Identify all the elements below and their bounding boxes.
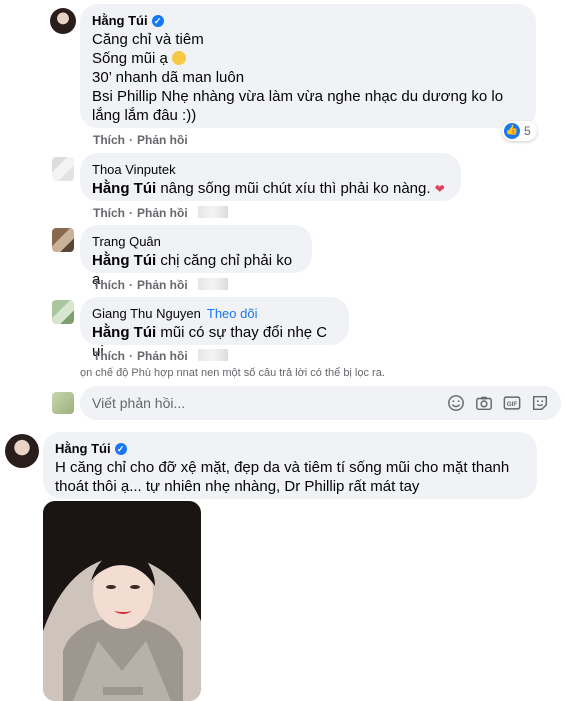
- avatar[interactable]: [50, 8, 76, 34]
- reply-button[interactable]: Phản hồi: [137, 133, 188, 147]
- reply-actions: Thích · Phản hồi: [93, 349, 228, 363]
- like-button[interactable]: Thích: [93, 278, 125, 292]
- filter-notice: ọn chế độ Phù hợp nnat nen một số câu tr…: [80, 367, 385, 379]
- gif-icon[interactable]: GIF: [503, 394, 521, 412]
- portrait-image: [43, 501, 201, 701]
- blurred-timestamp: [197, 206, 228, 218]
- reply-actions: Thích · Phản hồi: [93, 278, 228, 292]
- comment-line: thoát thôi ạ... tự nhiên nhẹ nhàng, Dr P…: [55, 478, 420, 495]
- reply-bubble: Giang Thu Nguyen Theo dõi Hằng Túi mũi c…: [80, 297, 349, 360]
- reply-author: Giang Thu Nguyen Theo dõi: [92, 306, 257, 321]
- comment-bubble: Hằng Túi ✓ Căng chỉ và tiêm Sống mũi ạ 3…: [80, 4, 536, 128]
- avatar[interactable]: [52, 300, 74, 324]
- reply-bubble: Thoa Vinputek Hằng Túi nâng sống mũi chú…: [80, 153, 461, 201]
- comment-line-text: Sống mũi ạ: [92, 50, 168, 67]
- like-button[interactable]: Thích: [93, 133, 125, 147]
- camera-icon[interactable]: [475, 394, 493, 412]
- reaction-number: 5: [524, 124, 531, 138]
- mention-link[interactable]: Hằng Túi: [92, 324, 156, 341]
- smiley-icon[interactable]: [447, 394, 465, 412]
- avatar[interactable]: [52, 228, 74, 252]
- reply-placeholder: Viết phản hồi...: [92, 395, 186, 411]
- separator: ·: [129, 349, 133, 363]
- blurred-timestamp: [197, 278, 228, 290]
- like-button[interactable]: Thích: [93, 349, 125, 363]
- svg-text:GIF: GIF: [507, 401, 518, 408]
- comment-line: Căng chỉ và tiêm: [92, 31, 204, 48]
- reply-actions: Thích · Phản hồi: [93, 206, 228, 220]
- author-name[interactable]: Giang Thu Nguyen: [92, 306, 201, 321]
- comment-line: Sống mũi ạ: [92, 49, 524, 68]
- comment-actions: Thích · Phản hồi: [93, 133, 188, 147]
- comment-line: Bsi Phillip Nhẹ nhàng vừa làm vừa nghe n…: [92, 88, 504, 105]
- reply-author[interactable]: Trang Quân: [92, 234, 161, 249]
- reply-bubble: Trang Quân Hằng Túi chị căng chỉ phải ko…: [80, 225, 312, 288]
- reply-button[interactable]: Phản hồi: [137, 206, 188, 220]
- smile-emoji-icon: [172, 51, 187, 65]
- separator: ·: [129, 206, 133, 220]
- comment-bubble: Hằng Túi ✓ H căng chỉ cho đỡ xệ mặt, đẹp…: [43, 432, 537, 499]
- follow-link[interactable]: Theo dõi: [207, 306, 258, 321]
- reply-text: Hằng Túi nâng sống mũi chút xíu thì phải…: [92, 179, 449, 199]
- avatar: [52, 392, 74, 414]
- separator: ·: [129, 133, 133, 147]
- attached-photo[interactable]: [43, 501, 201, 701]
- composer-tools: GIF: [447, 394, 549, 412]
- reply-author[interactable]: Thoa Vinputek: [92, 162, 176, 177]
- like-button[interactable]: Thích: [93, 206, 125, 220]
- heart-emoji-icon: ❤: [434, 182, 445, 196]
- mention-link[interactable]: Hằng Túi: [92, 252, 156, 269]
- verified-badge-icon: ✓: [151, 14, 164, 27]
- separator: ·: [129, 278, 133, 292]
- reaction-count[interactable]: 👍 5: [502, 121, 537, 141]
- avatar[interactable]: [5, 434, 39, 468]
- author-name[interactable]: Hằng Túi: [92, 13, 148, 28]
- comment-line: 30’ nhanh dã man luôn: [92, 69, 245, 86]
- comment-line: lắng lắm đâu :)): [92, 107, 197, 124]
- reply-input[interactable]: Viết phản hồi... GIF: [80, 386, 561, 420]
- sticker-icon[interactable]: [531, 394, 549, 412]
- reply-body: nâng sống mũi chút xíu thì phải ko nàng.: [160, 180, 431, 197]
- reply-button[interactable]: Phản hồi: [137, 278, 188, 292]
- blurred-timestamp: [197, 349, 228, 361]
- comment-line: H căng chỉ cho đỡ xệ mặt, đẹp da và tiêm…: [55, 459, 510, 476]
- avatar[interactable]: [52, 157, 74, 181]
- mention-link[interactable]: Hằng Túi: [92, 180, 156, 197]
- comment-author[interactable]: Hằng Túi ✓: [92, 13, 164, 28]
- like-reaction-icon: 👍: [504, 123, 520, 139]
- verified-badge-icon: ✓: [114, 442, 127, 455]
- reply-button[interactable]: Phản hồi: [137, 349, 188, 363]
- author-name[interactable]: Hằng Túi: [55, 441, 111, 456]
- comment-author: Hằng Túi ✓: [55, 441, 127, 456]
